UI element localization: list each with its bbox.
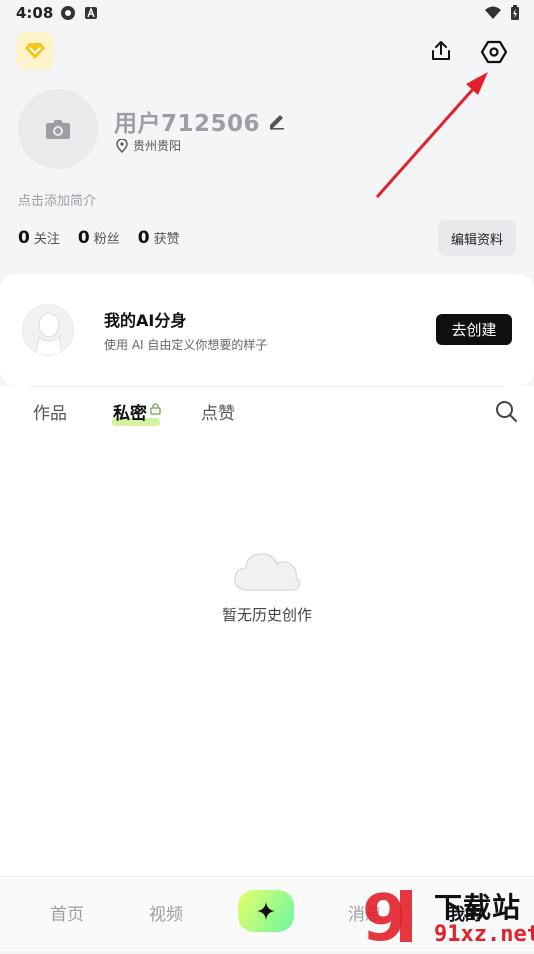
edit-pencil-icon[interactable] — [268, 112, 286, 130]
share-button[interactable] — [426, 36, 456, 66]
stat-count: 0 — [137, 228, 150, 248]
ai-card-title: 我的AI分身 — [104, 311, 187, 330]
settings-hexagon-icon — [481, 40, 507, 64]
settings-button[interactable] — [478, 36, 510, 68]
cloud-icon — [234, 553, 301, 591]
camera-icon — [46, 120, 70, 139]
vip-diamond-icon — [25, 43, 45, 59]
lock-icon — [150, 403, 161, 415]
nav-video[interactable]: 视频 — [149, 900, 183, 925]
vip-badge[interactable] — [16, 32, 54, 70]
ai-card-description: 使用 AI 自由定义你想要的样子 — [104, 338, 268, 352]
share-icon — [432, 41, 450, 60]
stat-label: 关注 — [33, 232, 60, 247]
mannequin-head-icon — [34, 312, 64, 355]
nav-home[interactable]: 首页 — [50, 900, 84, 925]
ai-avatar-image — [22, 304, 74, 356]
profile-header: 用户712506 贵州贵阳 点击添加简介 0 关注 0 粉丝 0 获赞 编辑资料 — [0, 28, 534, 270]
avatar[interactable] — [18, 89, 98, 169]
bio-placeholder[interactable]: 点击添加简介 — [18, 190, 96, 209]
sparkle-icon — [257, 902, 275, 920]
stat-likes[interactable]: 0 获赞 — [138, 228, 180, 248]
edit-profile-button[interactable]: 编辑资料 — [438, 220, 516, 256]
location-text: 贵州贵阳 — [133, 139, 182, 153]
stat-count: 0 — [18, 228, 30, 248]
status-bar: 4:08 — [0, 0, 534, 28]
status-time: 4:08 — [16, 4, 54, 22]
username[interactable]: 用户712506 — [114, 104, 260, 138]
stat-following[interactable]: 0 关注 — [18, 228, 60, 248]
wifi-icon — [485, 6, 501, 19]
stat-label: 粉丝 — [93, 232, 120, 247]
stat-followers[interactable]: 0 粉丝 — [78, 228, 120, 248]
location-pin-icon — [116, 138, 128, 153]
stats-row: 0 关注 0 粉丝 0 获赞 — [18, 228, 180, 248]
tab-likes[interactable]: 点赞 — [201, 399, 235, 424]
divider — [30, 386, 504, 387]
watermark-logo: 9 — [362, 882, 412, 954]
app-notification-icon — [61, 6, 75, 20]
a-notification-icon — [85, 6, 97, 19]
stat-label: 获赞 — [153, 232, 180, 247]
svg-text:9: 9 — [362, 882, 407, 950]
stat-count: 0 — [77, 228, 90, 248]
watermark: 9 下载站 91xz.net — [362, 882, 534, 954]
search-icon[interactable] — [494, 399, 518, 423]
works-section: 作品 私密 点赞 暂无历史创作 — [0, 386, 534, 876]
location: 贵州贵阳 — [116, 137, 181, 154]
create-button[interactable] — [238, 890, 294, 932]
watermark-url: 91xz.net — [434, 922, 534, 947]
tab-private[interactable]: 私密 — [113, 399, 147, 424]
ai-create-button[interactable]: 去创建 — [436, 314, 512, 345]
watermark-title: 下载站 — [434, 891, 522, 924]
empty-state: 暂无历史创作 — [0, 546, 534, 625]
tab-works[interactable]: 作品 — [33, 399, 67, 424]
empty-state-text: 暂无历史创作 — [221, 606, 312, 624]
ai-avatar-card[interactable]: 我的AI分身 使用 AI 自由定义你想要的样子 去创建 — [0, 274, 534, 386]
battery-icon — [511, 5, 519, 20]
